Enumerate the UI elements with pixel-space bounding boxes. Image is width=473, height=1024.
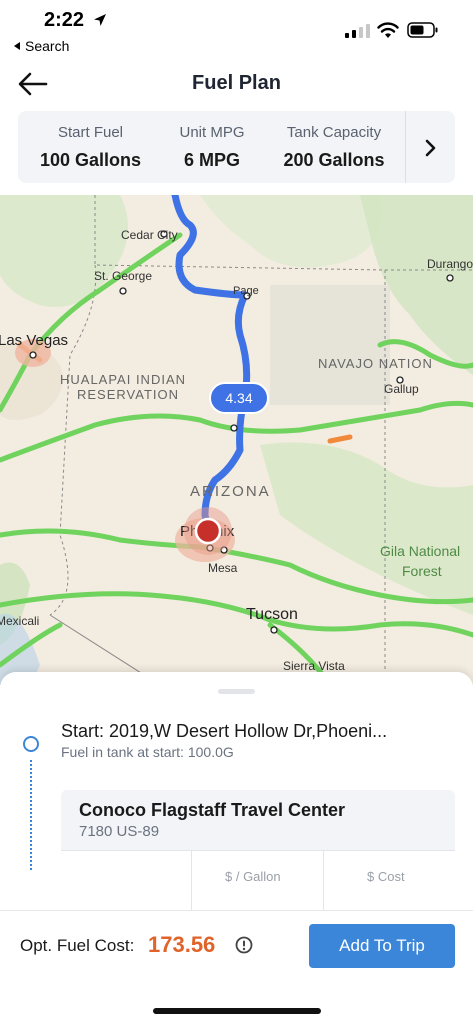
- status-bar: 2:22 Search: [0, 0, 473, 60]
- map-label-navajo: NAVAJO NATION: [318, 356, 433, 371]
- battery-icon: [407, 22, 438, 38]
- app-header: Fuel Plan: [0, 60, 473, 110]
- sheet-drag-handle[interactable]: [218, 689, 255, 694]
- fuel-cost-footer: Opt. Fuel Cost: 173.56 Add To Trip: [0, 910, 473, 1024]
- back-app-label: Search: [25, 38, 70, 54]
- home-indicator[interactable]: [153, 1008, 321, 1014]
- map-label-gila-1: Gila National: [380, 543, 460, 559]
- back-triangle-icon: [14, 42, 20, 50]
- map-label-gallup: Gallup: [384, 382, 419, 396]
- price-per-gallon-header: $ / Gallon: [225, 869, 281, 884]
- map-label-page: Page: [233, 285, 259, 297]
- fuel-cost-label: Opt. Fuel Cost:: [20, 936, 135, 955]
- map-canvas[interactable]: Cedar City St. George Page Durango Las V…: [0, 195, 473, 685]
- cost-header: $ Cost: [367, 869, 405, 884]
- map-label-gila-2: Forest: [402, 563, 442, 579]
- fuel-info-card: Start Fuel 100 Gallons Unit MPG 6 MPG Ta…: [18, 111, 455, 183]
- unit-mpg-value: 6 MPG: [183, 150, 240, 170]
- start-address: Start: 2019,W Desert Hollow Dr,Phoeni...: [61, 721, 388, 741]
- map-label-las-vegas: Las Vegas: [0, 332, 68, 349]
- fuel-stop-card[interactable]: Conoco Flagstaff Travel Center 7180 US-8…: [61, 790, 455, 912]
- map-label-arizona: ARIZONA: [190, 483, 271, 500]
- tank-capacity-label: Tank Capacity: [286, 124, 382, 141]
- table-column-separator: [323, 851, 324, 912]
- station-name: Conoco Flagstaff Travel Center: [79, 800, 346, 820]
- map-label-mexicali: Mexicali: [0, 614, 39, 628]
- chevron-right-icon[interactable]: [418, 136, 442, 160]
- route-timeline-line: [30, 760, 32, 870]
- route-badge-label: 4.34: [225, 390, 252, 406]
- start-fuel-stat: Start Fuel 100 Gallons: [40, 124, 141, 171]
- table-column-separator: [191, 851, 192, 912]
- map-label-hualapai-1: HUALAPAI INDIAN: [60, 372, 186, 387]
- start-fuel-note: Fuel in tank at start: 100.0G: [61, 744, 234, 760]
- map-label-tucson: Tucson: [246, 606, 298, 623]
- cellular-signal-icon: [345, 24, 370, 38]
- station-address: 7180 US-89: [79, 823, 160, 840]
- map-label-hualapai-2: RESERVATION: [77, 387, 179, 402]
- status-time: 2:22: [44, 9, 85, 31]
- start-location-pin-icon[interactable]: [194, 517, 222, 545]
- location-arrow-icon: [94, 14, 106, 26]
- wifi-icon: [377, 22, 399, 38]
- add-to-trip-button[interactable]: Add To Trip: [309, 924, 455, 968]
- station-price-table: $ / Gallon $ Cost: [61, 850, 455, 912]
- start-fuel-value: 100 Gallons: [40, 150, 142, 170]
- tank-capacity-stat: Tank Capacity 200 Gallons: [278, 124, 390, 171]
- map-label-cedar-city: Cedar City: [121, 228, 178, 242]
- route-map[interactable]: Cedar City St. George Page Durango Las V…: [0, 195, 473, 685]
- start-fuel-label: Start Fuel: [57, 124, 124, 141]
- tank-capacity-value: 200 Gallons: [283, 150, 385, 170]
- map-label-sierra-vista: Sierra Vista: [283, 659, 345, 673]
- fuel-cost-value: 173.56: [148, 932, 216, 957]
- start-point-icon: [23, 736, 39, 752]
- page-title: Fuel Plan: [192, 72, 281, 94]
- map-label-durango: Durango: [427, 257, 473, 271]
- trip-details-sheet[interactable]: Start: 2019,W Desert Hollow Dr,Phoeni...…: [0, 672, 473, 912]
- map-label-st-george: St. George: [94, 269, 152, 283]
- info-divider: [405, 111, 406, 183]
- map-label-mesa: Mesa: [208, 561, 238, 575]
- back-to-app-link[interactable]: Search: [14, 38, 69, 54]
- unit-mpg-stat: Unit MPG 6 MPG: [168, 124, 256, 171]
- unit-mpg-label: Unit MPG: [179, 124, 245, 141]
- route-distance-badge[interactable]: 4.34: [209, 382, 269, 414]
- info-icon[interactable]: [235, 936, 253, 954]
